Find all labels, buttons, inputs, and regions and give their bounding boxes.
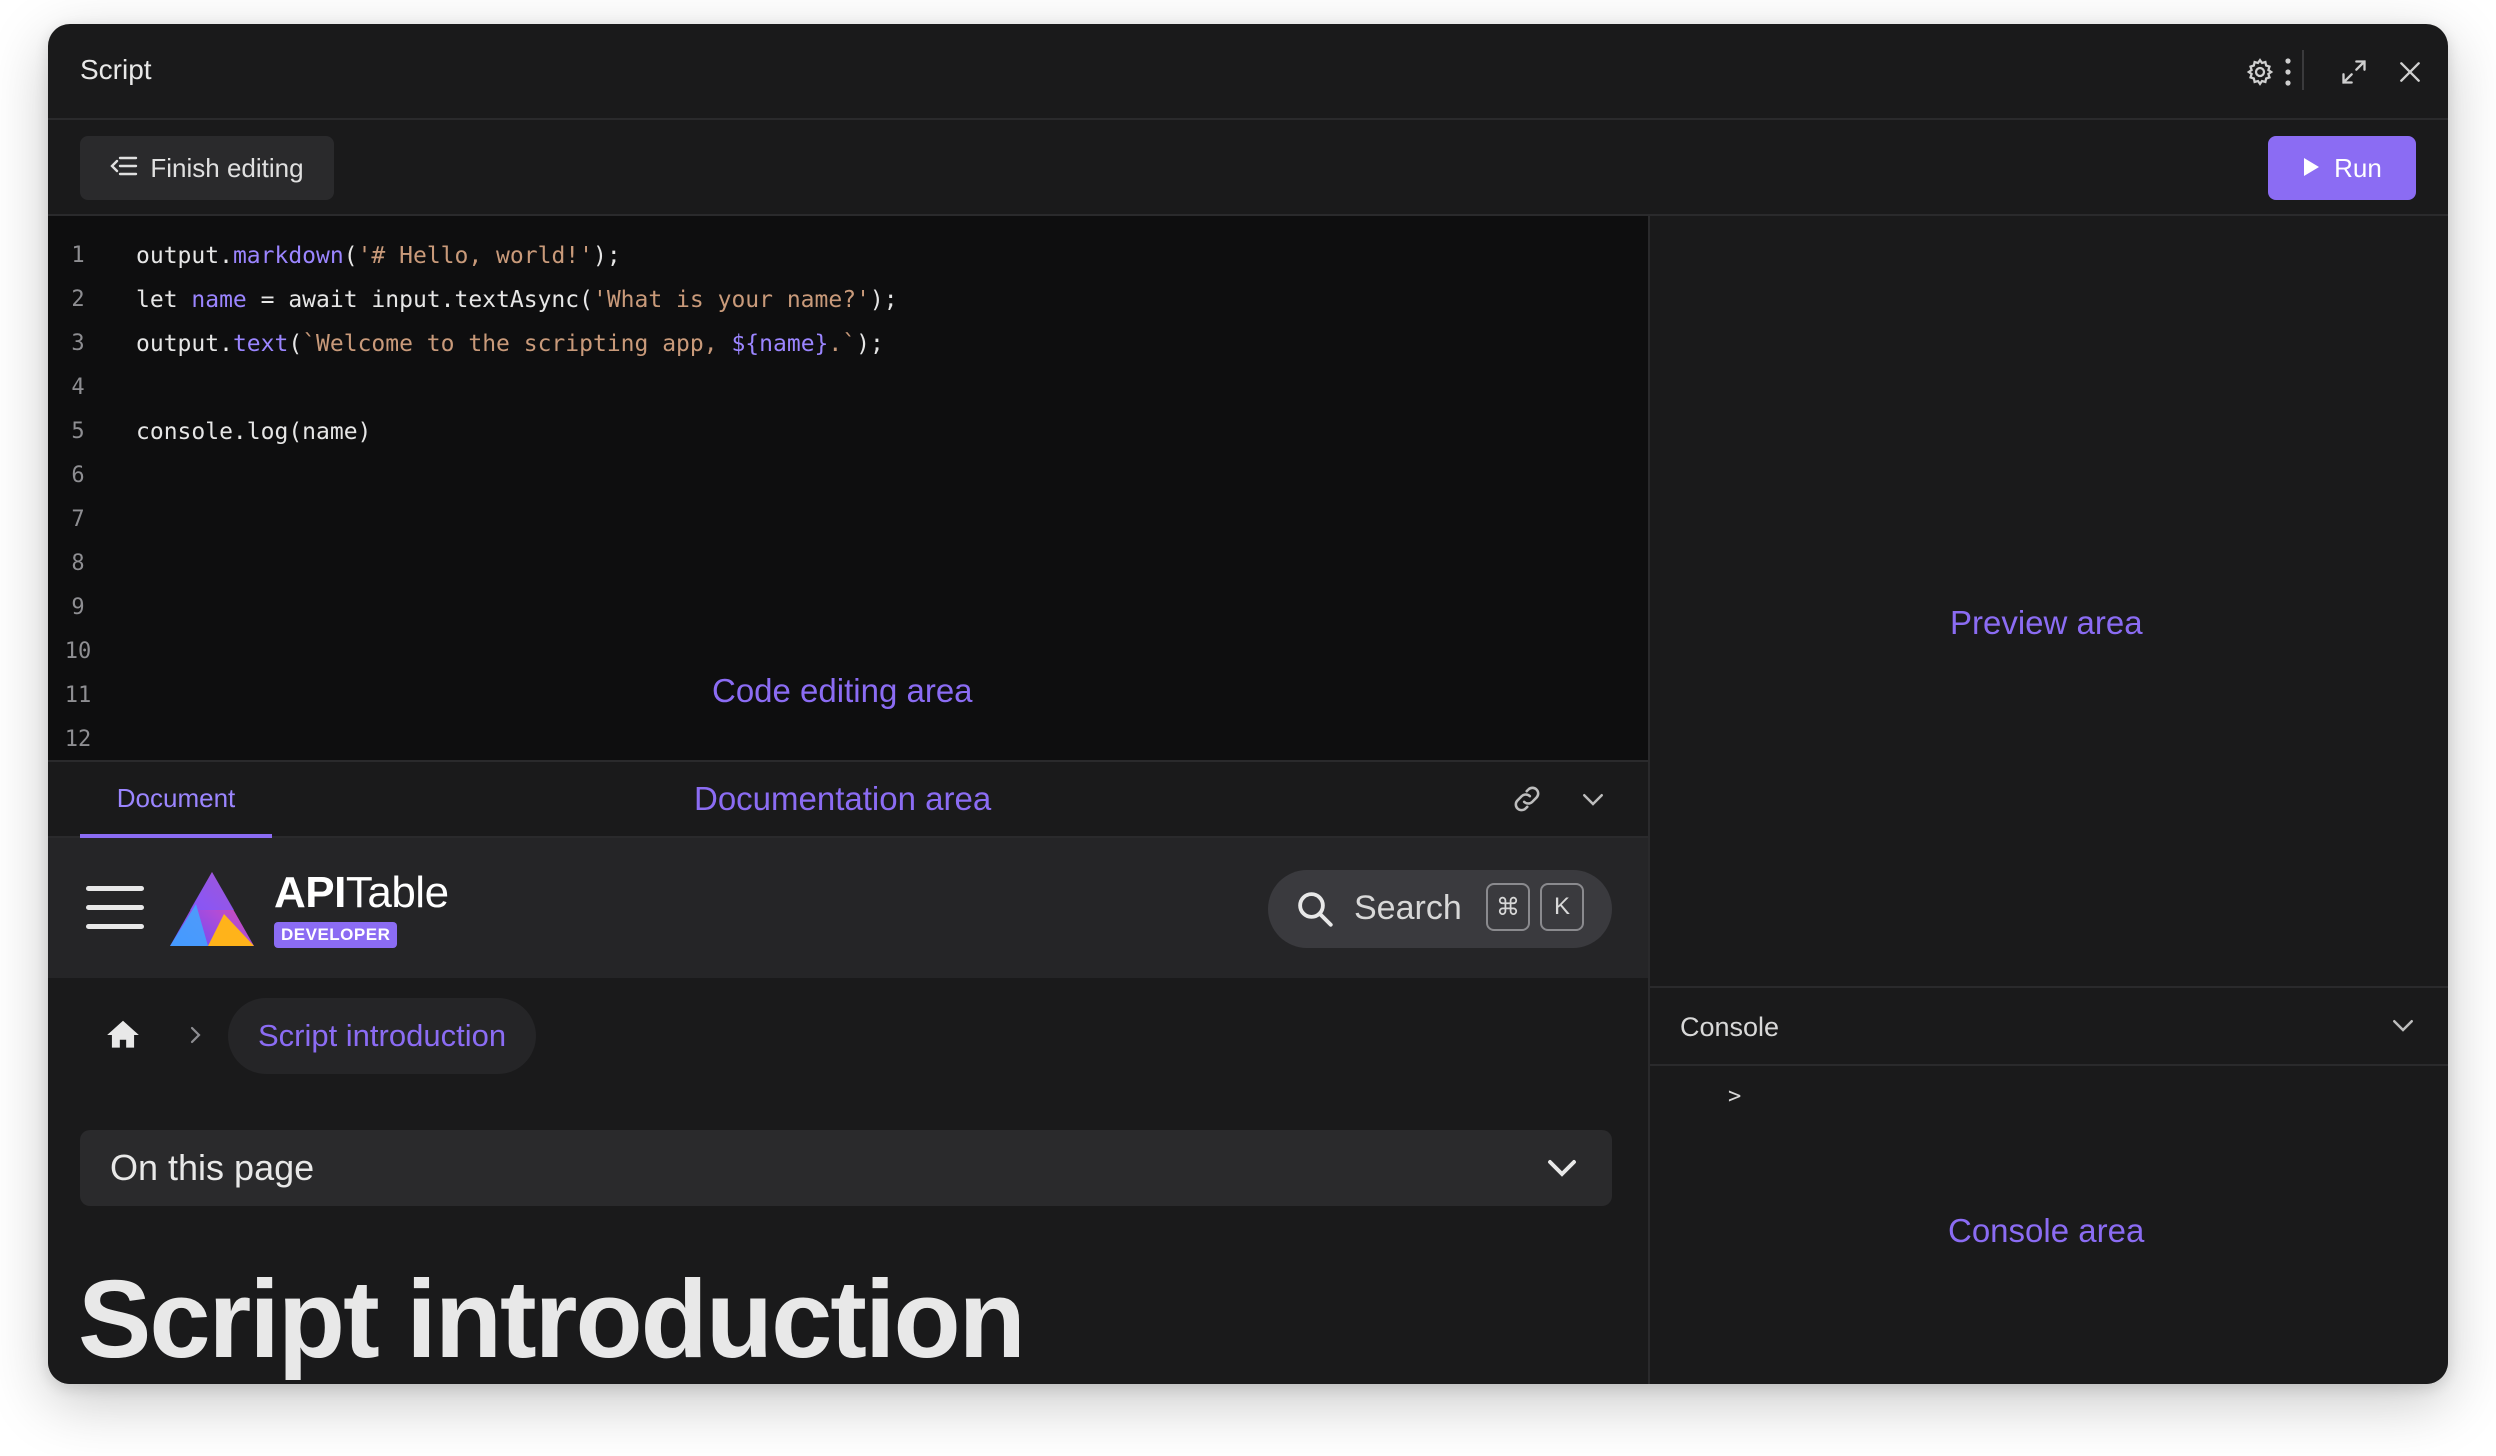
line-number: 10	[64, 639, 92, 664]
search-icon	[1294, 888, 1336, 935]
console-header[interactable]: Console	[1650, 986, 2448, 1066]
collapse-left-icon	[110, 153, 138, 184]
code-token: (	[288, 331, 303, 357]
code-token: output.	[136, 243, 233, 269]
line-number: 12	[64, 727, 92, 752]
code-token: name	[191, 287, 247, 313]
code-text: let name = await input.textAsync('What i…	[136, 278, 898, 322]
breadcrumb-chevron-icon	[186, 1024, 204, 1051]
titlebar-separator	[2302, 50, 2304, 90]
code-line[interactable]: 2 let name = await input.textAsync('What …	[48, 278, 1648, 322]
code-editor[interactable]: 12 11 10 9 8 7 6 5 console.log(name) 4 3 output.tex…	[48, 216, 1648, 760]
code-token: markdown	[232, 243, 344, 269]
code-line[interactable]: 12	[48, 718, 1648, 760]
code-token: = await input.textAsync(	[246, 287, 593, 313]
code-token: ${name}	[731, 331, 829, 357]
developer-badge: DEVELOPER	[274, 922, 398, 948]
line-number: 1	[71, 243, 85, 268]
finish-editing-label: Finish editing	[150, 152, 304, 183]
code-token: '# Hello, world!'	[357, 243, 593, 269]
close-icon[interactable]	[2392, 54, 2428, 90]
window-title: Script	[80, 54, 152, 85]
expand-icon[interactable]	[2336, 54, 2372, 90]
apitable-logo-icon	[168, 870, 256, 948]
docs-search-button[interactable]: Search ⌘ K	[1268, 870, 1612, 948]
hamburger-menu-icon[interactable]	[86, 886, 144, 930]
search-label: Search	[1354, 889, 1462, 927]
line-number: 11	[64, 683, 92, 708]
code-line[interactable]: 10	[48, 630, 1648, 674]
console-prompt: >	[1728, 1084, 1742, 1109]
code-line[interactable]: 4	[48, 366, 1648, 410]
code-line[interactable]: 7	[48, 498, 1648, 542]
editor-toolbar: Finish editing Run	[48, 120, 2448, 216]
code-line[interactable]: 8	[48, 542, 1648, 586]
more-vertical-icon[interactable]	[2270, 54, 2306, 90]
command-key: ⌘	[1486, 883, 1530, 931]
home-icon[interactable]	[104, 1016, 142, 1059]
play-icon	[2302, 153, 2320, 184]
doc-heading: Script introduction	[78, 1258, 1026, 1381]
run-label: Run	[2334, 152, 2382, 183]
documentation-panel: APITable DEVELOPER Search ⌘ K Script int…	[48, 838, 1648, 1384]
code-editing-area-label: Code editing area	[712, 672, 973, 709]
title-bar: Script	[48, 24, 2448, 120]
line-number: 6	[71, 463, 85, 488]
code-token: );	[856, 331, 884, 357]
code-token: .`	[828, 331, 857, 357]
docs-navbar: APITable DEVELOPER Search ⌘ K	[48, 838, 1648, 978]
console-title: Console	[1680, 1012, 1780, 1042]
run-button[interactable]: Run	[2268, 136, 2416, 200]
line-number: 2	[71, 287, 85, 312]
chevron-down-icon[interactable]	[2388, 1010, 2418, 1045]
code-token: );	[869, 287, 898, 313]
code-token: let	[136, 287, 192, 313]
code-token: );	[592, 243, 621, 269]
line-number: 5	[71, 419, 85, 444]
script-window: Script Finish editing Run 12 11 10 9 8 7…	[48, 24, 2448, 1384]
code-token: text	[232, 331, 289, 357]
documentation-header: Document Documentation area	[48, 760, 1648, 838]
code-text: output.markdown('# Hello, world!');	[136, 234, 621, 278]
code-text: console.log(name)	[136, 410, 371, 454]
line-number: 9	[71, 595, 85, 620]
code-token: output.	[136, 331, 233, 357]
code-token: console.log(name)	[136, 419, 372, 445]
chevron-down-icon[interactable]	[1578, 784, 1614, 820]
code-line[interactable]: 1 output.markdown('# Hello, world!');	[48, 234, 1648, 278]
code-token: (	[343, 243, 358, 269]
breadcrumb: Script introduction	[48, 998, 1648, 1078]
documentation-area-label: Documentation area	[694, 780, 992, 817]
code-token: 'What is your name?'	[592, 287, 870, 313]
console-area-label: Console area	[1948, 1212, 2145, 1249]
line-number: 8	[71, 551, 85, 576]
on-this-page-label: On this page	[110, 1147, 315, 1188]
code-token: `Welcome to the scripting app,	[302, 331, 732, 357]
code-text: output.text(`Welcome to the scripting ap…	[136, 322, 884, 366]
link-icon[interactable]	[1510, 782, 1546, 818]
k-key: K	[1540, 883, 1584, 931]
preview-panel: Preview area	[1650, 216, 2448, 986]
console-panel[interactable]: > Console area	[1650, 1066, 2448, 1384]
brand-name: APITable	[274, 868, 449, 917]
on-this-page-dropdown[interactable]: On this page	[80, 1130, 1612, 1206]
tab-document[interactable]: Document	[80, 762, 272, 838]
chevron-down-icon	[1542, 1150, 1582, 1191]
line-number: 4	[71, 375, 85, 400]
preview-area-label: Preview area	[1950, 604, 2143, 641]
line-number: 7	[71, 507, 85, 532]
finish-editing-button[interactable]: Finish editing	[80, 136, 334, 200]
line-number: 3	[71, 331, 85, 356]
breadcrumb-current[interactable]: Script introduction	[228, 998, 536, 1074]
code-line[interactable]: 3 output.text(`Welcome to the scripting a…	[48, 322, 1648, 366]
code-line[interactable]: 9	[48, 586, 1648, 630]
code-line[interactable]: 5 console.log(name)	[48, 410, 1648, 454]
code-line[interactable]: 6	[48, 454, 1648, 498]
